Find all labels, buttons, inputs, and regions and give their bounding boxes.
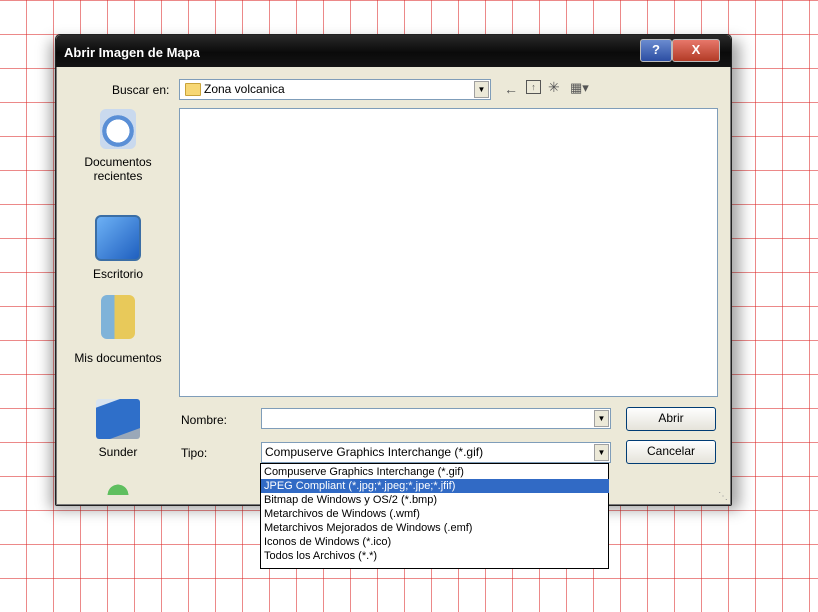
filetype-option[interactable]: Todos los Archivos (*.*) [261,549,609,563]
views-menu-icon[interactable]: ▦▾ [570,80,589,96]
place-label: Sunder [98,445,138,459]
filetype-option[interactable]: Metarchivos Mejorados de Windows (.emf) [261,521,609,535]
dialog-title: Abrir Imagen de Mapa [64,45,200,60]
place-recent[interactable]: Documentos recientes [64,109,172,183]
recent-documents-icon [100,109,136,149]
desktop-icon [95,215,141,261]
resize-grip-icon[interactable]: ⋱ [718,491,728,502]
filetype-value: Compuserve Graphics Interchange (*.gif) [265,445,484,459]
lookin-value: Zona volcanica [204,82,285,96]
places-bar: Documentos recientes Escritorio Mis docu… [64,105,172,495]
help-button[interactable]: ? [640,39,672,62]
title-bar[interactable]: Abrir Imagen de Mapa ? X [56,35,731,67]
new-folder-icon[interactable]: ✳ [548,79,560,96]
cancel-button[interactable]: Cancelar [626,440,716,464]
place-label: Mis documentos [74,351,162,365]
file-list[interactable] [179,108,718,397]
filetype-option[interactable]: Compuserve Graphics Interchange (*.gif) [261,465,609,479]
place-network-partial[interactable] [64,479,172,495]
place-mydocs[interactable]: Mis documentos [64,295,172,365]
filetype-option-selected[interactable]: JPEG Compliant (*.jpg;*.jpeg;*.jpe;*.jfi… [261,479,609,493]
lookin-combo[interactable]: Zona volcanica ▼ [179,79,491,100]
filetype-option[interactable]: Metarchivos de Windows (.wmf) [261,507,609,521]
network-icon [98,479,138,495]
place-desktop[interactable]: Escritorio [64,215,172,281]
lookin-label: Buscar en: [112,83,170,97]
place-label: Documentos recientes [84,155,152,183]
filetype-option[interactable]: Bitmap de Windows y OS/2 (*.bmp) [261,493,609,507]
my-documents-icon [101,295,135,339]
filename-combo[interactable]: ▼ [261,408,611,429]
filetype-dropdown-list[interactable]: Compuserve Graphics Interchange (*.gif) … [260,463,609,569]
chevron-down-icon[interactable]: ▼ [474,81,489,98]
filetype-label: Tipo: [181,446,208,460]
my-computer-icon [96,399,140,439]
filetype-option[interactable]: Iconos de Windows (*.ico) [261,535,609,549]
open-button[interactable]: Abrir [626,407,716,431]
chevron-down-icon[interactable]: ▼ [594,444,609,461]
filename-label: Nombre: [181,413,228,427]
back-arrow-icon[interactable]: ← [504,81,518,97]
place-computer[interactable]: Sunder [64,399,172,459]
close-button[interactable]: X [672,39,720,62]
chevron-down-icon[interactable]: ▼ [594,410,609,427]
up-folder-icon[interactable]: ↑ [526,80,541,94]
filetype-combo[interactable]: Compuserve Graphics Interchange (*.gif) … [261,442,611,463]
folder-icon [185,83,201,96]
open-map-dialog: Abrir Imagen de Mapa ? X Buscar en: Zona… [55,34,732,506]
place-label: Escritorio [92,267,143,281]
